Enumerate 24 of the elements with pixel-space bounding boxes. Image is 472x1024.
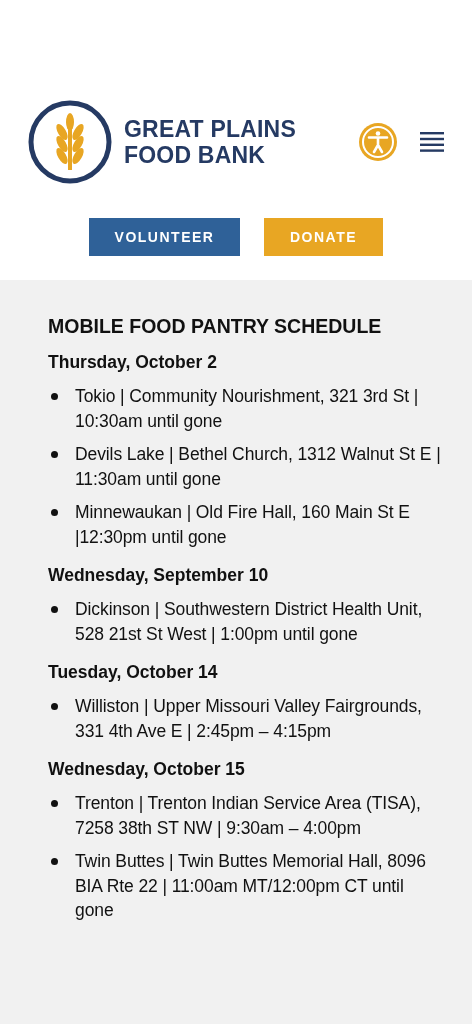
pantry-entry: Twin Buttes | Twin Buttes Memorial Hall, 8096 BIA Rte 22 | 11:00am MT/12:00pm CT until gone	[75, 850, 427, 922]
pantry-entry: Trenton | Trenton Indian Service Area (TISA), 7258 38th ST NW | 9:30am – 4:00pm	[75, 792, 422, 840]
pantry-entry: Tokio | Community Nourishment, 321 3rd St | 10:30am until gone	[75, 385, 420, 433]
wheat-logo-icon	[28, 100, 112, 184]
pantry-entry: Dickinson | Southwestern District Health Unit, 528 21st St West | 1:00pm until gone	[75, 598, 424, 646]
date-heading: Wednesday, September 10	[48, 564, 270, 587]
bullet-icon	[51, 606, 58, 613]
menu-icon[interactable]	[420, 132, 444, 152]
bullet-icon	[51, 509, 58, 516]
section-title: MOBILE FOOD PANTRY SCHEDULE	[48, 314, 383, 338]
pantry-entry: Williston | Upper Missouri Valley Fairgrounds, 331 4th Ave E | 2:45pm – 4:15pm	[75, 695, 423, 743]
volunteer-button[interactable]: VOLUNTEER	[89, 218, 240, 256]
date-heading: Tuesday, October 14	[48, 661, 219, 684]
logo-text: GREAT PLAINS	[124, 116, 296, 142]
bullet-icon	[51, 703, 58, 710]
bullet-icon	[51, 800, 58, 807]
bullet-icon	[51, 858, 58, 865]
bullet-icon	[51, 451, 58, 458]
bullet-icon	[51, 393, 58, 400]
pantry-entry: Devils Lake | Bethel Church, 1312 Walnut St E | 11:30am until gone	[75, 443, 442, 491]
pantry-entry: Minnewaukan | Old Fire Hall, 160 Main St E |12:30pm until gone	[75, 501, 411, 549]
logo-text: FOOD BANK	[124, 142, 267, 168]
date-heading: Thursday, October 2	[48, 351, 218, 374]
date-heading: Wednesday, October 15	[48, 758, 246, 781]
